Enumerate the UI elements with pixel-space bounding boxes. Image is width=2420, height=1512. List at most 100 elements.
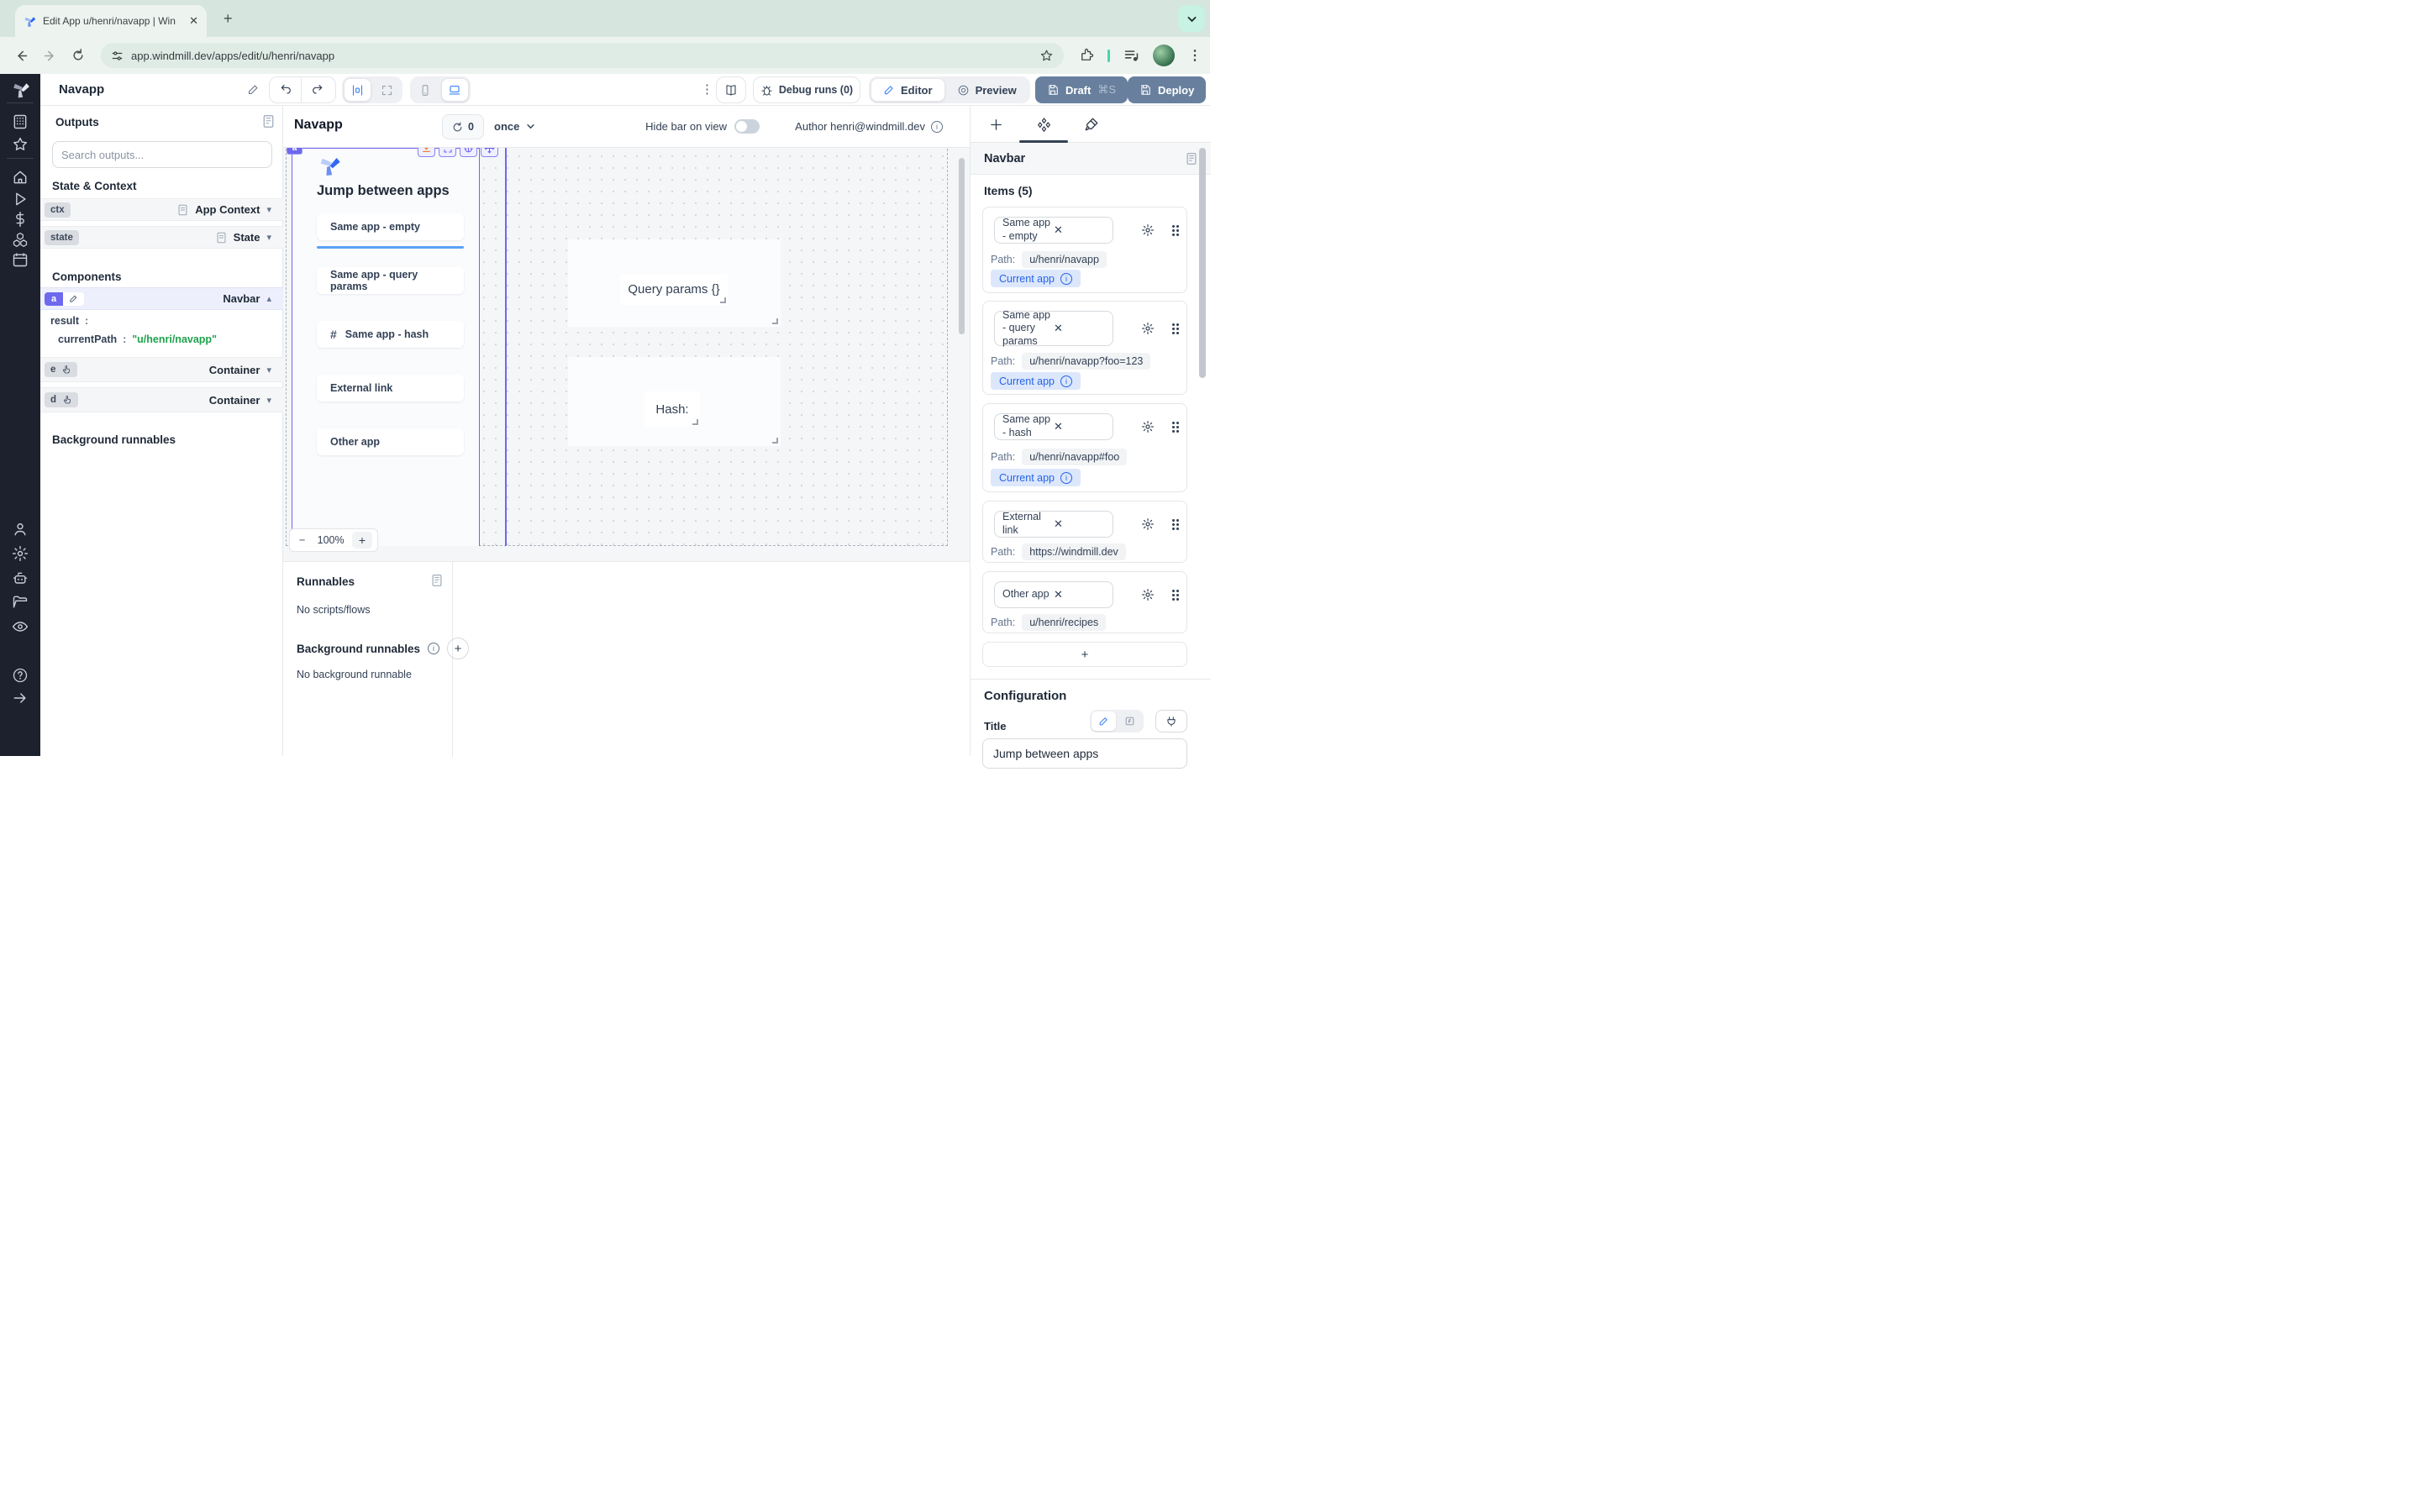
- debug-runs-button[interactable]: Debug runs (0): [753, 76, 860, 103]
- hash-container[interactable]: Hash:: [568, 357, 781, 446]
- info-icon[interactable]: i: [1060, 375, 1072, 387]
- center-layout-button[interactable]: [344, 78, 371, 102]
- item-1-drag-handle-icon[interactable]: [1171, 224, 1180, 236]
- undo-button[interactable]: [270, 77, 302, 102]
- redo-button[interactable]: [302, 77, 334, 102]
- profile-avatar[interactable]: [1153, 45, 1175, 66]
- canvas-scrollbar[interactable]: [959, 158, 965, 334]
- forward-icon[interactable]: [35, 49, 64, 63]
- item-2-settings-icon[interactable]: [1141, 322, 1155, 335]
- title-value-input[interactable]: [982, 738, 1187, 769]
- function-mode-icon[interactable]: [1118, 711, 1142, 731]
- reload-icon[interactable]: [64, 49, 92, 62]
- panel-scrollbar[interactable]: [1199, 148, 1206, 378]
- panel-collapse-icon[interactable]: [262, 114, 275, 129]
- run-mode-select[interactable]: once: [494, 120, 535, 133]
- item-5-settings-icon[interactable]: [1141, 588, 1155, 601]
- help-icon[interactable]: [12, 667, 29, 684]
- container-e-chevron-icon[interactable]: ▾: [266, 365, 271, 375]
- runnables-panel-icon[interactable]: [431, 574, 443, 587]
- ctx-row[interactable]: ctx App Context ▾: [40, 198, 283, 221]
- info-icon[interactable]: i: [1060, 273, 1072, 285]
- state-row[interactable]: state State ▾: [40, 226, 283, 249]
- clear-icon[interactable]: ✕: [1054, 322, 1105, 335]
- media-controls-icon[interactable]: [1123, 49, 1139, 63]
- browser-tab[interactable]: Edit App u/henri/navapp | Win ✕: [15, 5, 207, 37]
- background-runnables-info-icon[interactable]: i: [428, 643, 439, 654]
- workers-robot-icon[interactable]: [12, 570, 29, 587]
- docs-button[interactable]: [716, 76, 746, 103]
- move-tool-icon[interactable]: [481, 148, 498, 157]
- container-d-row[interactable]: d Container ▾: [40, 387, 283, 412]
- edit-name-pencil-icon[interactable]: [247, 83, 260, 96]
- item-3-drag-handle-icon[interactable]: [1171, 421, 1180, 433]
- schedules-icon[interactable]: [12, 251, 29, 268]
- zoom-out-button[interactable]: −: [295, 534, 309, 546]
- container-d-chevron-icon[interactable]: ▾: [266, 395, 271, 406]
- item-2-drag-handle-icon[interactable]: [1171, 323, 1180, 334]
- address-bar[interactable]: app.windmill.dev/apps/edit/u/henri/navap…: [101, 43, 1064, 68]
- item-1-label-input[interactable]: Same app - empty✕: [994, 217, 1113, 244]
- canvas[interactable]: a Jump between apps Same app - empty Sam…: [283, 148, 970, 561]
- favorites-star-icon[interactable]: [12, 136, 29, 153]
- clear-icon[interactable]: ✕: [1054, 588, 1105, 601]
- audit-eye-icon[interactable]: [12, 618, 29, 635]
- connect-plug-icon[interactable]: [1155, 710, 1187, 732]
- container-e-row[interactable]: e Container ▾: [40, 357, 283, 382]
- extensions-icon[interactable]: [1079, 48, 1094, 63]
- query-params-text-widget[interactable]: Query params {}: [620, 274, 728, 305]
- clear-icon[interactable]: ✕: [1054, 420, 1105, 433]
- component-pencil-icon[interactable]: [63, 292, 84, 306]
- tab-close-icon[interactable]: ✕: [189, 14, 198, 28]
- add-nav-item-button[interactable]: +: [982, 642, 1187, 667]
- nav-item-external-link[interactable]: External link: [317, 375, 464, 402]
- insert-component-tab[interactable]: [986, 114, 1006, 134]
- item-4-settings-icon[interactable]: [1141, 517, 1155, 531]
- resources-icon[interactable]: [12, 231, 29, 248]
- workspace-icon[interactable]: [12, 113, 29, 130]
- chrome-menu-icon[interactable]: ⋮: [1188, 47, 1202, 64]
- zoom-in-button[interactable]: +: [352, 532, 372, 549]
- bookmark-star-icon[interactable]: [1039, 49, 1054, 63]
- more-options-icon[interactable]: ⋮: [701, 81, 713, 97]
- fullscreen-tool-icon[interactable]: [439, 148, 456, 157]
- ctx-doc-icon[interactable]: [177, 204, 188, 216]
- home-icon[interactable]: [12, 169, 29, 186]
- clear-icon[interactable]: ✕: [1054, 223, 1105, 237]
- folders-icon[interactable]: [12, 594, 29, 611]
- new-tab-button[interactable]: +: [224, 10, 233, 28]
- state-chevron-icon[interactable]: ▾: [266, 232, 271, 243]
- fullwidth-layout-button[interactable]: [373, 78, 401, 102]
- hide-bar-toggle[interactable]: [734, 119, 760, 134]
- expand-down-tool-icon[interactable]: [418, 148, 435, 157]
- expand-rail-icon[interactable]: [12, 690, 29, 706]
- component-doc-icon[interactable]: [1186, 152, 1197, 165]
- component-settings-tab[interactable]: [1034, 114, 1054, 134]
- preview-tab[interactable]: Preview: [945, 78, 1028, 102]
- clear-icon[interactable]: ✕: [1054, 517, 1105, 531]
- hash-text-widget[interactable]: Hash:: [644, 391, 700, 427]
- item-3-settings-icon[interactable]: [1141, 420, 1155, 433]
- search-outputs-input[interactable]: [52, 141, 272, 168]
- query-params-container[interactable]: Query params {}: [568, 239, 781, 327]
- item-3-label-input[interactable]: Same app - hash✕: [994, 413, 1113, 440]
- nav-item-same-app-empty[interactable]: Same app - empty: [317, 213, 464, 240]
- styling-brush-tab[interactable]: [1081, 114, 1102, 134]
- runs-icon[interactable]: [12, 191, 29, 207]
- settings-gear-icon[interactable]: [12, 545, 29, 562]
- nav-item-other-app[interactable]: Other app: [317, 428, 464, 455]
- item-4-drag-handle-icon[interactable]: [1171, 518, 1180, 530]
- refresh-count-button[interactable]: 0: [442, 114, 484, 139]
- nav-item-hash[interactable]: #Same app - hash: [317, 321, 464, 348]
- variables-icon[interactable]: [12, 211, 29, 228]
- nav-item-query-params[interactable]: Same app - query params: [317, 267, 464, 294]
- item-4-label-input[interactable]: External link✕: [994, 511, 1113, 538]
- state-doc-icon[interactable]: [216, 232, 227, 244]
- item-5-label-input[interactable]: Other app✕: [994, 581, 1113, 608]
- navbar-component-row[interactable]: a Navbar ▴: [40, 287, 283, 310]
- item-2-label-input[interactable]: Same app - query params✕: [994, 311, 1113, 346]
- ctx-chevron-icon[interactable]: ▾: [266, 204, 271, 215]
- desktop-view-button[interactable]: [441, 78, 469, 102]
- info-icon[interactable]: i: [1060, 472, 1072, 484]
- mobile-view-button[interactable]: [412, 78, 439, 102]
